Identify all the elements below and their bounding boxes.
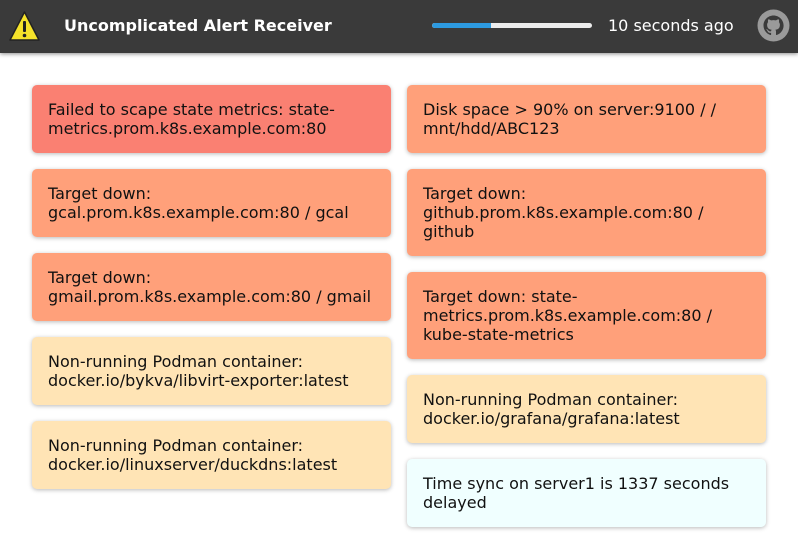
alert-card: Target down: gcal.prom.k8s.example.com:8… — [32, 169, 391, 237]
alert-column-left: Failed to scape state metrics: state-met… — [32, 85, 391, 505]
alert-text: Time sync on server1 is 1337 seconds del… — [423, 474, 730, 512]
github-icon[interactable] — [757, 9, 790, 42]
alert-text: Target down: gcal.prom.k8s.example.com:8… — [48, 184, 349, 222]
alert-card: Target down: github.prom.k8s.example.com… — [407, 169, 766, 256]
alert-card: Target down: gmail.prom.k8s.example.com:… — [32, 253, 391, 321]
refresh-progress-bar — [432, 23, 592, 28]
alert-card: Non-running Podman container: docker.io/… — [407, 375, 766, 443]
alert-card: Non-running Podman container: docker.io/… — [32, 421, 391, 489]
alert-text: Non-running Podman container: docker.io/… — [423, 390, 680, 428]
alert-text: Target down: github.prom.k8s.example.com… — [423, 184, 704, 241]
alert-card: Time sync on server1 is 1337 seconds del… — [407, 459, 766, 527]
alert-card: Non-running Podman container: docker.io/… — [32, 337, 391, 405]
last-updated-label: 10 seconds ago — [608, 16, 734, 35]
alert-text: Target down: gmail.prom.k8s.example.com:… — [48, 268, 372, 306]
app-title: Uncomplicated Alert Receiver — [64, 16, 332, 35]
alert-text: Target down: state-metrics.prom.k8s.exam… — [423, 287, 713, 344]
refresh-progress-fill — [432, 23, 492, 28]
alert-text: Non-running Podman container: docker.io/… — [48, 436, 338, 474]
alert-text: Disk space > 90% on server:9100 / / mnt/… — [423, 100, 717, 138]
alert-text: Non-running Podman container: docker.io/… — [48, 352, 349, 390]
alert-card: Disk space > 90% on server:9100 / / mnt/… — [407, 85, 766, 153]
warning-triangle-icon — [9, 11, 40, 41]
alert-card: Failed to scape state metrics: state-met… — [32, 85, 391, 153]
top-bar: Uncomplicated Alert Receiver 10 seconds … — [0, 0, 798, 53]
alert-card: Target down: state-metrics.prom.k8s.exam… — [407, 272, 766, 359]
alert-column-right: Disk space > 90% on server:9100 / / mnt/… — [407, 85, 766, 543]
alert-text: Failed to scape state metrics: state-met… — [48, 100, 335, 138]
